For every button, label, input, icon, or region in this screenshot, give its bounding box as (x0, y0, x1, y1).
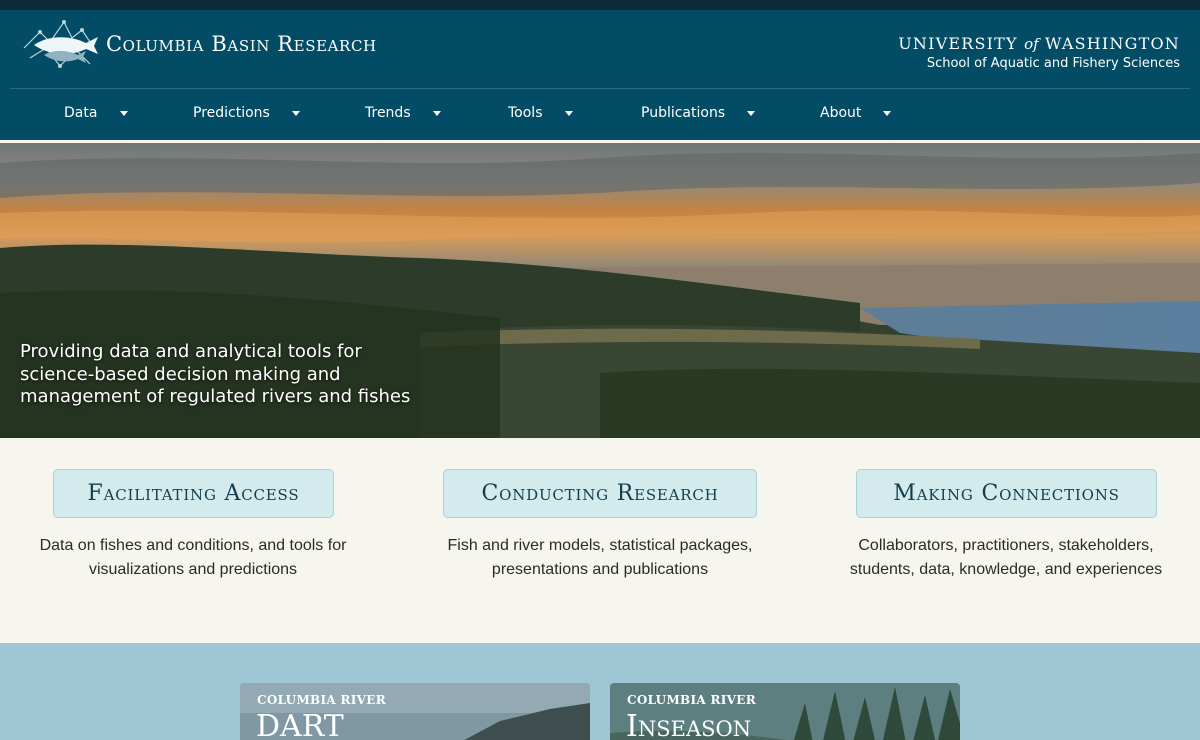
inseason-card[interactable]: COLUMBIA RIVER Inseason (610, 683, 960, 740)
salmon-logo-icon[interactable] (20, 18, 100, 74)
conducting-research-description: Fish and river models, statistical packa… (447, 537, 753, 578)
nav-item-tools[interactable]: Tools (508, 90, 573, 136)
card-title: DART (256, 709, 344, 740)
nav-item-predictions[interactable]: Predictions (193, 90, 300, 136)
chevron-down-icon (564, 110, 573, 116)
chevron-down-icon (747, 110, 756, 116)
conducting-research-button[interactable]: Conducting Research (443, 469, 757, 518)
nav-item-trends[interactable]: Trends (365, 90, 441, 136)
hero-banner: Providing data and analytical tools for … (0, 143, 1200, 438)
card-kicker: COLUMBIA RIVER (257, 693, 386, 707)
chevron-down-icon (291, 110, 300, 116)
top-strip (0, 0, 1200, 10)
site-header: Columbia Basin Research UNIVERSITY of WA… (0, 10, 1200, 140)
making-connections-description: Collaborators, practitioners, stakeholde… (849, 537, 1163, 578)
nav-item-label: Data (64, 105, 98, 121)
main-nav: Data Predictions Trends Tools Publicatio… (0, 90, 1200, 136)
university-branding[interactable]: UNIVERSITY of WASHINGTON School of Aquat… (880, 34, 1180, 71)
dart-card[interactable]: COLUMBIA RIVER DART (240, 683, 590, 740)
school-name: School of Aquatic and Fishery Sciences (926, 56, 1180, 71)
hero-tagline: Providing data and analytical tools for … (20, 341, 411, 407)
nav-item-label: About (820, 105, 862, 121)
card-kicker: COLUMBIA RIVER (627, 693, 756, 707)
making-connections-button[interactable]: Making Connections (856, 469, 1157, 518)
nav-divider (10, 88, 1190, 89)
nav-item-data[interactable]: Data (64, 90, 129, 136)
chevron-down-icon (883, 110, 892, 116)
card-title: Inseason (626, 709, 752, 740)
nav-item-label: Predictions (193, 105, 270, 121)
features-section: Facilitating Access Data on fishes and c… (0, 438, 1200, 643)
nav-item-about[interactable]: About (820, 90, 892, 136)
site-title[interactable]: Columbia Basin Research (106, 32, 377, 56)
nav-item-label: Tools (508, 105, 543, 121)
project-cards-section: COLUMBIA RIVER DART COLUMBIA RIVER Insea… (0, 643, 1200, 740)
chevron-down-icon (432, 110, 441, 116)
facilitating-access-button[interactable]: Facilitating Access (53, 469, 334, 518)
nav-item-label: Publications (641, 105, 726, 121)
chevron-down-icon (120, 110, 129, 116)
university-name: UNIVERSITY of WASHINGTON (898, 34, 1180, 53)
nav-item-label: Trends (365, 105, 411, 121)
facilitating-access-description: Data on fishes and conditions, and tools… (39, 537, 347, 578)
nav-item-publications[interactable]: Publications (641, 90, 756, 136)
